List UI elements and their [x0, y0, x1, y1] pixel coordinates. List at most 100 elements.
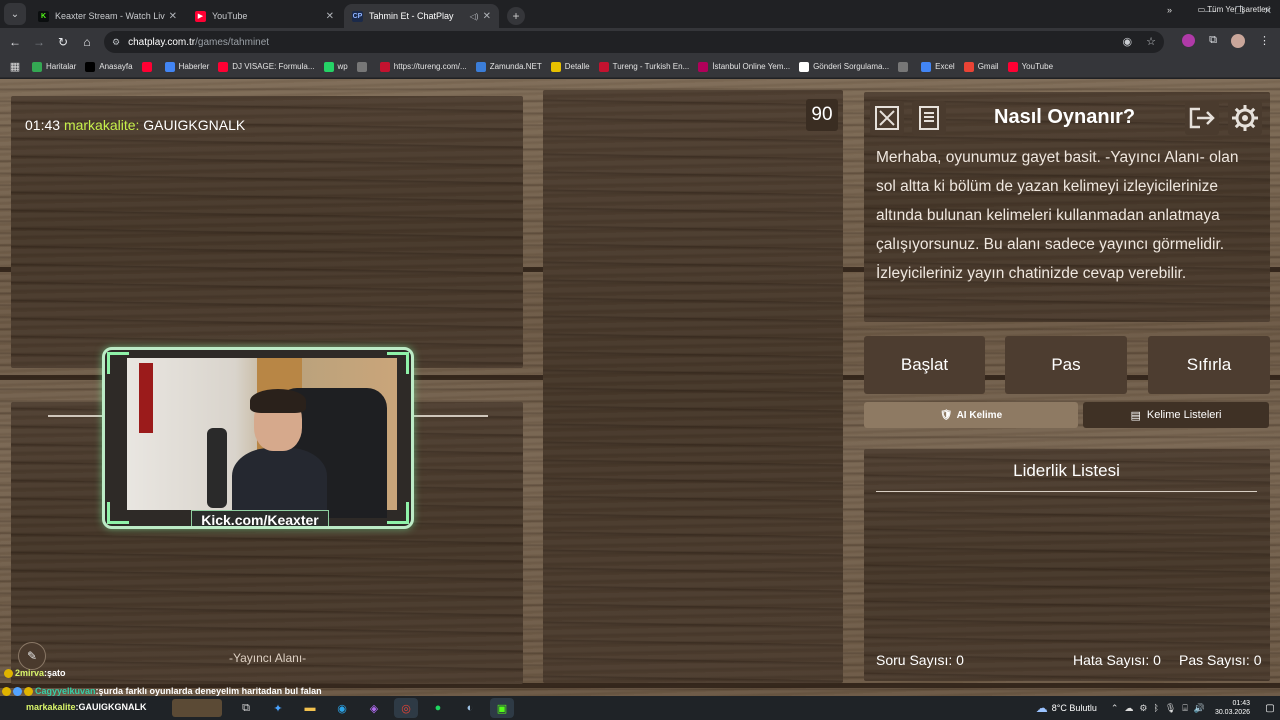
webcam-overlay: Kick.com/Keaxter: [102, 347, 414, 529]
bookmark-item[interactable]: Gönderi Sorgulama...: [799, 61, 889, 72]
tab-kick[interactable]: K Keaxter Stream - Watch Live on ✕: [30, 4, 185, 28]
notes-icon[interactable]: [912, 101, 946, 135]
search-box[interactable]: [172, 699, 222, 717]
chatplay-icon: CP: [352, 10, 363, 22]
tab-strip: ⌄ K Keaxter Stream - Watch Live on ✕ ▶ Y…: [0, 0, 1280, 28]
bookmark-item[interactable]: Detalle: [550, 61, 590, 72]
bookmark-favicon-icon: [32, 61, 42, 72]
bookmark-item[interactable]: Zamunda.NET: [475, 61, 542, 72]
apps-grid-icon[interactable]: ▦: [4, 60, 26, 73]
bookmark-label: Anasayfa: [99, 62, 133, 71]
bookmark-item[interactable]: wp: [323, 61, 348, 72]
bookmark-favicon-icon: [164, 61, 175, 72]
bookmark-item[interactable]: https://tureng.com/...: [379, 61, 467, 72]
edge-icon[interactable]: ◉: [330, 698, 354, 718]
file-explorer-icon[interactable]: ▬: [298, 698, 322, 718]
tab-title: YouTube: [212, 11, 248, 21]
bookmark-favicon-icon: [218, 61, 229, 72]
bookmark-star-icon[interactable]: ☆: [1146, 35, 1156, 48]
bookmark-item[interactable]: DJ VISAGE: Formula...: [218, 61, 315, 72]
how-to-text: Merhaba, oyunumuz gayet basit. -Yayıncı …: [876, 149, 1239, 282]
fullscreen-icon[interactable]: [870, 101, 904, 135]
pass-button[interactable]: Pas: [1005, 336, 1127, 394]
task-view-icon[interactable]: ⧉: [234, 698, 258, 718]
cloud-icon: ☁: [1035, 701, 1048, 715]
ai-word-label: AI Kelime: [956, 409, 1003, 421]
speaker-icon[interactable]: ◁): [470, 12, 479, 21]
reset-button[interactable]: Sıfırla: [1148, 336, 1270, 394]
tab-search-icon[interactable]: ⌄: [4, 3, 26, 25]
overlay-chat-user: Cagyyelkuvan: [35, 686, 96, 696]
new-tab-button[interactable]: +: [507, 7, 525, 25]
bookmark-item[interactable]: Haberler: [164, 61, 209, 72]
forward-icon[interactable]: →: [27, 35, 51, 49]
bookmark-item[interactable]: Excel: [921, 61, 955, 72]
steam-icon[interactable]: ◐: [458, 698, 482, 718]
cloud-sync-icon[interactable]: ☁: [1124, 703, 1133, 714]
leaderboard-title: Liderlik Listesi: [876, 461, 1257, 492]
start-button[interactable]: Başlat: [864, 336, 985, 394]
close-icon[interactable]: ✕: [483, 11, 491, 22]
bookmark-favicon-icon: [323, 61, 334, 72]
bookmark-label: Haritalar: [46, 62, 77, 71]
bookmarks-overflow-icon[interactable]: »: [1167, 5, 1172, 15]
chevron-up-icon[interactable]: ⌃: [1111, 703, 1119, 714]
badge-icon: [2, 686, 11, 696]
webcam-video: [127, 358, 397, 518]
bookmark-item[interactable]: YouTube: [1007, 61, 1054, 72]
home-icon[interactable]: ⌂: [75, 35, 99, 49]
tab-title: Keaxter Stream - Watch Live on: [55, 11, 165, 21]
extensions-puzzle-icon[interactable]: ⧉: [1209, 34, 1217, 48]
weather-widget[interactable]: ☁ 8°C Bulutlu: [1036, 701, 1097, 715]
tab-youtube[interactable]: ▶ YouTube ✕: [187, 4, 342, 28]
badge-icon: [24, 686, 33, 696]
volume-icon[interactable]: 🔊: [1194, 703, 1205, 714]
back-icon[interactable]: ←: [3, 35, 27, 49]
site-info-icon[interactable]: ⚙: [112, 37, 120, 48]
bluetooth-icon[interactable]: ᛒ: [1153, 703, 1158, 714]
menu-kebab-icon[interactable]: ⋮: [1259, 34, 1270, 48]
all-bookmarks-button[interactable]: ▭ Tüm Yer İşaretleri: [1198, 5, 1270, 14]
address-bar[interactable]: ⚙ chatplay.com.tr/games/tahminet ◉ ☆: [104, 31, 1164, 53]
obs-icon[interactable]: ▣: [490, 698, 514, 718]
bookmark-item[interactable]: [898, 61, 912, 72]
streamer-area-label: -Yayıncı Alanı-: [229, 651, 307, 665]
chrome-icon[interactable]: ◎: [394, 698, 418, 718]
app-icon[interactable]: ◈: [362, 698, 386, 718]
notification-icon[interactable]: ▢: [1260, 703, 1280, 714]
bookmark-item[interactable]: Tureng - Turkish En...: [598, 61, 689, 72]
extension-icon[interactable]: [1182, 34, 1196, 47]
network-icon[interactable]: ⌸: [1182, 703, 1187, 714]
logout-icon[interactable]: [1185, 101, 1219, 135]
kick-icon: K: [38, 10, 49, 22]
reload-icon[interactable]: ↻: [51, 35, 75, 49]
clock[interactable]: 01:43 30.03.2026: [1215, 699, 1250, 717]
profile-avatar[interactable]: [1231, 34, 1245, 48]
ai-word-button[interactable]: 🛡 AI Kelime: [864, 402, 1078, 428]
bookmark-item[interactable]: Anasayfa: [85, 61, 133, 72]
overlay-chat-line: Cagyyelkuvan : şurda farklı oyunlarda de…: [2, 686, 322, 696]
bookmark-item[interactable]: [356, 61, 371, 72]
pen-icon: ✎: [18, 642, 46, 670]
word-lists-button[interactable]: ▤ Kelime Listeleri: [1083, 402, 1269, 428]
bookmarks-bar: ▦ Haritalar Anasayfa Haberler DJ VISAGE: Fo…: [0, 56, 1280, 78]
close-icon[interactable]: ✕: [169, 11, 177, 22]
webcam-background: [207, 428, 227, 508]
bookmark-label: wp: [337, 62, 348, 71]
microphone-icon[interactable]: 🎙: [1165, 703, 1176, 714]
bookmark-item[interactable]: Gmail: [963, 61, 999, 72]
eye-off-icon[interactable]: ◉: [1123, 35, 1133, 48]
bookmark-label: YouTube: [1021, 62, 1054, 71]
copilot-icon[interactable]: ✦: [266, 698, 290, 718]
frame-corner: [387, 352, 409, 374]
gear-icon[interactable]: ⚙: [1139, 703, 1147, 714]
bookmark-item[interactable]: [141, 61, 156, 72]
spotify-icon[interactable]: ●: [426, 698, 450, 718]
bookmark-favicon-icon: [141, 61, 152, 72]
tab-chatplay[interactable]: CP Tahmin Et - ChatPlay ◁) ✕: [344, 4, 499, 28]
bookmark-item[interactable]: Haritalar: [32, 61, 77, 72]
settings-gear-icon[interactable]: [1228, 101, 1262, 135]
close-icon[interactable]: ✕: [326, 11, 334, 22]
bookmark-label: Excel: [935, 62, 955, 71]
bookmark-item[interactable]: İstanbul Online Yem...: [698, 61, 790, 72]
